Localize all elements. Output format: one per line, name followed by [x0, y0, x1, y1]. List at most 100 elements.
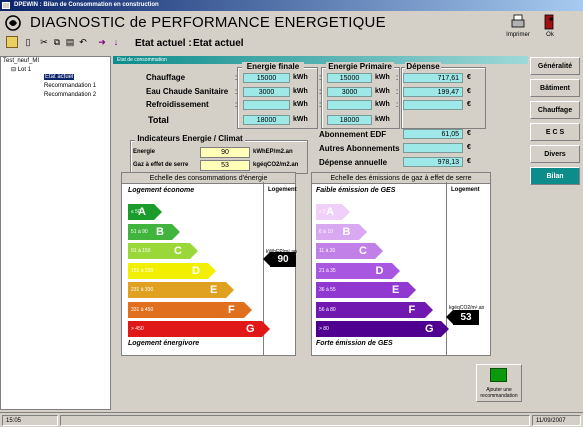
statusbar: 15:05 11/09/2007: [0, 412, 583, 427]
tab-divers[interactable]: Divers: [530, 145, 580, 163]
copy-icon[interactable]: ⧉: [51, 36, 63, 48]
row-colon: :: [396, 100, 399, 109]
status-middle: [60, 415, 530, 426]
ef-unit: kWh: [293, 74, 308, 81]
tab-bilan[interactable]: Bilan: [530, 167, 580, 185]
ef-field-chauffage[interactable]: 15000: [243, 73, 290, 83]
abo-field-d-pense-annuelle[interactable]: 978,13: [403, 157, 463, 167]
ef-field-refroidissement[interactable]: [243, 100, 290, 110]
ges_label-class-bar-b: 6 à 10 B: [316, 223, 367, 240]
energy_label-value: 90: [277, 253, 289, 265]
energy_label-class-bar-a: ≤ 50 A: [128, 204, 162, 220]
row-colon: :: [235, 73, 238, 82]
energy_label-class-range: 331 à 450: [131, 306, 154, 313]
energy_label-class-range: 51 à 90: [131, 228, 148, 235]
print-label: Imprimer: [506, 32, 530, 38]
energy_label-class-bar-c: 91 à 150 C: [128, 243, 198, 259]
tree-lot-label: Lot 1: [17, 67, 32, 73]
ges-value-unit: kgéqCO2/m².an: [449, 305, 485, 311]
ges_label-class-bar-g: > 80 G: [316, 321, 449, 337]
tree-root[interactable]: Test_neuf_MI: [3, 58, 39, 64]
tree-item-recommandation-2[interactable]: Recommandation 2: [44, 92, 96, 98]
row-label-refroidissement: Refroidissement: [146, 100, 209, 109]
ep-field-chauffage[interactable]: 15000: [327, 73, 372, 83]
ges-unit: kgéqCO2/m2.an: [253, 162, 299, 168]
ef-unit: kWh: [293, 88, 308, 95]
ges_label-class-letter: A: [326, 206, 334, 218]
ef-unit: kWh: [293, 101, 308, 108]
folder-icon[interactable]: [6, 36, 18, 48]
ok-button[interactable]: Ok: [538, 14, 562, 46]
ges_label-cursor-arrow: [446, 310, 453, 324]
dep-field-refroidissement[interactable]: [403, 100, 463, 110]
undo-icon[interactable]: ↶: [77, 36, 89, 48]
app-title: DIAGNOSTIC de PERFORMANCE ENERGETIQUE: [30, 14, 386, 31]
dep-field-eau-chaude-sanitaire[interactable]: 199,47: [403, 87, 463, 97]
tree-lot[interactable]: ⊟ Lot 1: [11, 66, 31, 73]
app-header: DIAGNOSTIC de PERFORMANCE ENERGETIQUE: [0, 11, 583, 34]
energy_label-class-range: 91 à 150: [131, 248, 151, 254]
tab-chauffage[interactable]: Chauffage: [530, 101, 580, 119]
project-tree: Test_neuf_MI ⊟ Lot 1 Etat actuel Recomma…: [0, 56, 111, 410]
row-colon: :: [396, 73, 399, 82]
energy_label-class-arrow: [226, 282, 234, 298]
abo-field-abonnement-edf[interactable]: 61,05: [403, 129, 463, 139]
row-colon: :: [319, 73, 322, 82]
paste-icon[interactable]: ▤: [64, 36, 76, 48]
cut-icon[interactable]: ✂: [38, 36, 50, 48]
ges-label-title: Echelle des émissions de gaz à effet de …: [311, 172, 491, 184]
row-colon: :: [319, 100, 322, 109]
total-ef-field: 18000: [243, 115, 290, 125]
energy_label-class-arrow: [244, 301, 252, 318]
ges_label-class-arrow: [391, 262, 400, 279]
clipboard-icon[interactable]: ▯: [22, 36, 34, 48]
abo-field-autres-abonnements[interactable]: [403, 143, 463, 153]
energy_label-class-range: 231 à 330: [131, 287, 154, 293]
ef-field-eau-chaude-sanitaire[interactable]: 3000: [243, 87, 290, 97]
ges_label-class-range: 6 à 10: [319, 228, 333, 235]
energy-col-header: Logement: [268, 187, 297, 193]
arrow-right-icon[interactable]: ➜: [96, 36, 108, 48]
ges_label-class-letter: F: [408, 303, 416, 316]
ges-label: Gaz à effet de serre: [133, 162, 189, 168]
ges_label-class-range: ≤ 5: [319, 209, 326, 215]
printer-icon: [511, 14, 525, 28]
ep-field-refroidissement[interactable]: [327, 100, 372, 110]
ges_label-class-range: 36 à 55: [319, 287, 336, 293]
exit-door-icon: [544, 14, 554, 30]
tab-e-c-s[interactable]: E C S: [530, 123, 580, 141]
row-colon: :: [319, 87, 322, 96]
row-label-eau-chaude-sanitaire: Eau Chaude Sanitaire: [146, 87, 229, 96]
ges_label-class-arrow: [375, 243, 383, 259]
tab-g-n-ralit-[interactable]: Généralité: [530, 57, 580, 75]
total-label: Total: [148, 115, 169, 125]
ges_label-class-bar-d: 21 à 35 D: [316, 262, 400, 279]
energy_label-class-arrow: [172, 223, 180, 240]
app-icon: [2, 2, 10, 9]
energy-top-text: Logement économe: [128, 187, 195, 194]
abo-label-d-pense-annuelle: Dépense annuelle: [319, 158, 388, 167]
ges_label-class-bar-a: ≤ 5A: [316, 204, 350, 220]
dep-field-chauffage[interactable]: 717,61: [403, 73, 463, 83]
energy_label-class-bar-g: > 450 G: [128, 321, 270, 337]
arrow-down-icon[interactable]: ↓: [110, 36, 122, 48]
print-button[interactable]: Imprimer: [504, 14, 532, 46]
tab-b-timent[interactable]: Bâtiment: [530, 79, 580, 97]
energy_label-class-range: 151 à 230: [131, 267, 154, 274]
ges_label-class-arrow: [342, 204, 350, 220]
abo-unit: €: [467, 158, 471, 165]
ges-col-header: Logement: [451, 187, 480, 193]
ges_label-class-letter: D: [375, 264, 384, 277]
status-right: 11/09/2007: [532, 415, 581, 426]
ges_label-class-letter: G: [425, 323, 434, 335]
ges_label-class-range: 21 à 35: [319, 267, 336, 274]
row-label-chauffage: Chauffage: [146, 73, 186, 82]
dep-unit: €: [467, 101, 471, 108]
window-title: DPEWIN : Bilan de Consommation en constr…: [14, 2, 159, 8]
energy-label-title: Echelle des consommations d'énergie: [121, 172, 296, 184]
energy_label-class-bar-d: 151 à 230 D: [128, 262, 216, 279]
tree-item-etat-actuel[interactable]: Etat actuel: [44, 74, 75, 80]
ges_label-class-letter: C: [359, 245, 367, 257]
ep-field-eau-chaude-sanitaire[interactable]: 3000: [327, 87, 372, 97]
tree-item-recommandation-1[interactable]: Recommandation 1: [44, 83, 96, 89]
